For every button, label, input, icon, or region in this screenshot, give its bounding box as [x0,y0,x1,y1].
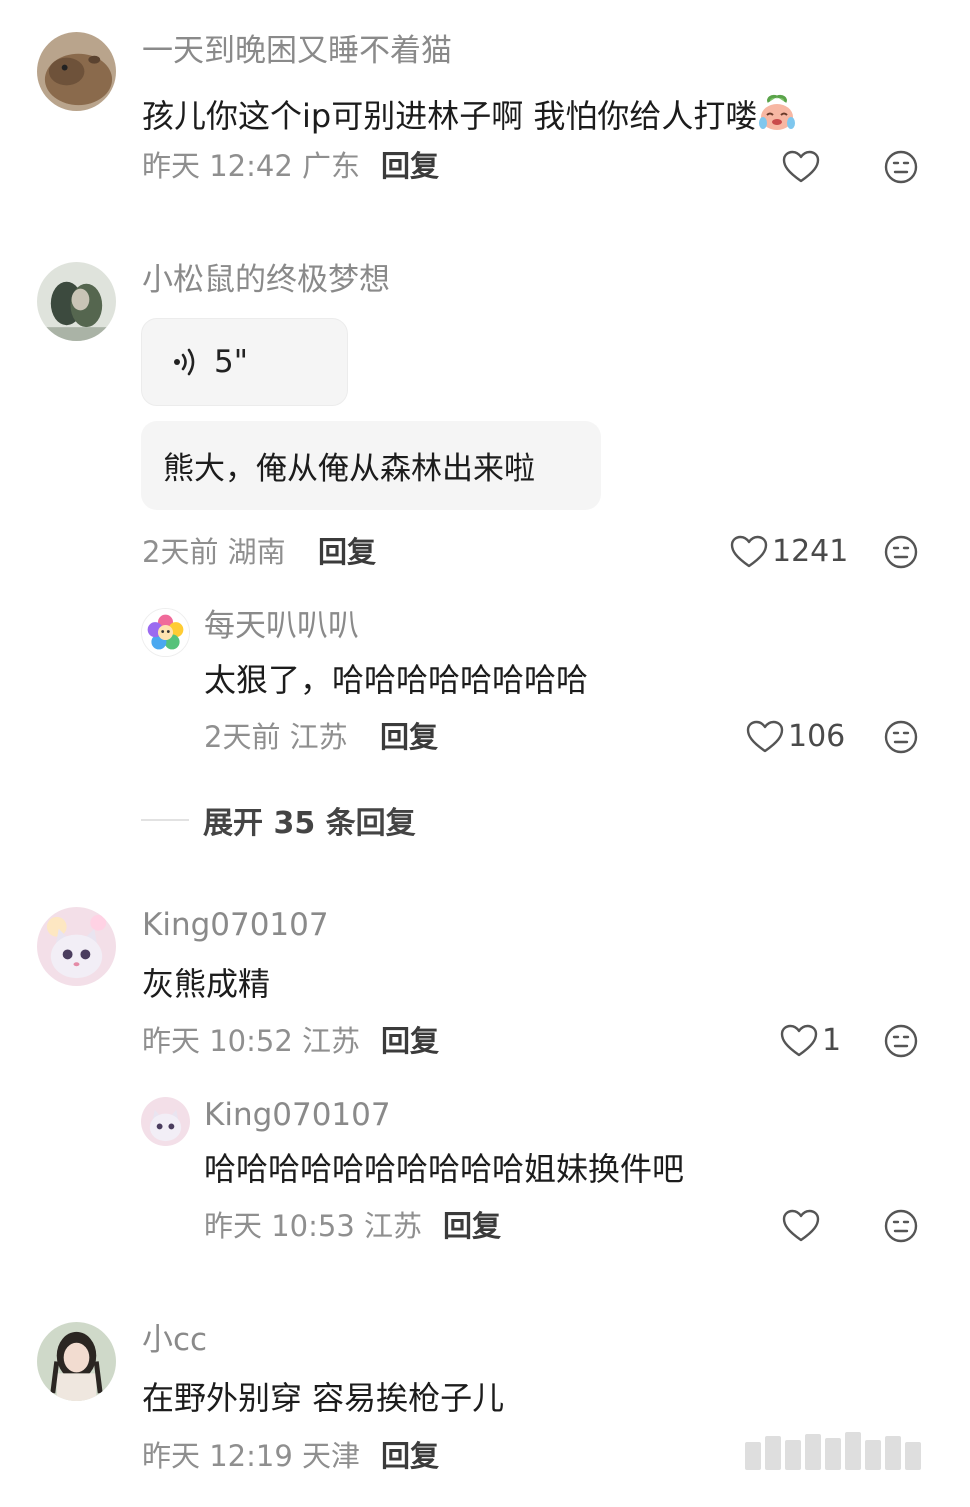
like-button[interactable]: 1241 [730,535,848,569]
reply-button[interactable]: 回复 [381,1027,439,1056]
avatar-capybara[interactable] [37,32,116,111]
dislike-button[interactable] [884,150,918,184]
commenter-name[interactable]: 小cc [142,1325,207,1356]
crying-laughing-peach-emoji [759,95,796,130]
like-button[interactable]: 106 [746,720,845,754]
comment-time-location: 昨天 10:52 江苏 [142,1024,361,1058]
reply-time-location: 昨天 10:53 江苏 [204,1209,423,1243]
like-count: 106 [788,719,846,754]
comment-time-location: 昨天 12:19 天津 [142,1439,361,1473]
reply-button[interactable]: 回复 [381,1442,439,1471]
reply-author-name[interactable]: 每天叭叭叭 [204,611,359,642]
like-button[interactable]: 1 [780,1024,841,1058]
reply-button[interactable]: 回复 [443,1212,501,1241]
comment-text: 在野外别穿 容易挨枪子儿 [142,1379,505,1417]
reply-button[interactable]: 回复 [380,723,438,752]
reply-button[interactable]: 回复 [381,152,439,181]
reply-author-name[interactable]: King070107 [204,1100,391,1131]
avatar-cat[interactable] [37,907,116,986]
dislike-button[interactable] [884,535,918,569]
neutral-face-icon [884,150,918,184]
dislike-button[interactable] [884,1024,918,1058]
reply-text: 太狠了，哈哈哈哈哈哈哈哈 [204,661,589,699]
expand-replies-label: 展开 35 条回复 [203,806,416,841]
expand-divider [141,819,189,821]
dislike-button[interactable] [884,1209,918,1243]
comment-time-location: 昨天 12:42 广东 [142,149,361,183]
commenter-name[interactable]: 小松鼠的终极梦想 [142,265,390,296]
voice-transcript: 熊大，俺从俺从森林出来啦 [141,421,601,510]
comment-text: 孩儿你这个ip可别进林子啊 我怕你给人打喽 [142,93,797,133]
like-button[interactable] [782,150,824,184]
commenter-name[interactable]: 一天到晚困又睡不着猫 [142,36,452,67]
avatar-cat-small[interactable] [141,1097,190,1146]
voice-duration: 5" [214,344,248,380]
commenter-name[interactable]: King070107 [142,910,329,941]
neutral-face-icon [884,1209,918,1243]
like-button[interactable] [782,1209,824,1243]
heart-outline-icon [782,1209,820,1242]
avatar-couple-photo[interactable] [37,262,116,341]
reply-time-location: 2天前 江苏 [204,720,348,754]
heart-outline-icon [780,1024,818,1057]
comment-text: 灰熊成精 [142,965,271,1003]
comment-time-location: 2天前 湖南 [142,535,286,569]
neutral-face-icon [884,720,918,754]
watermark-logo [745,1432,921,1470]
voice-message[interactable]: 5" [141,318,348,406]
heart-outline-icon [782,150,820,183]
like-count: 1241 [772,534,849,569]
reply-text: 哈哈哈哈哈哈哈哈哈哈姐妹换件吧 [204,1150,685,1188]
dislike-button[interactable] [884,720,918,754]
avatar-girl-portrait[interactable] [37,1322,116,1401]
like-count: 1 [822,1023,842,1058]
avatar-flower[interactable] [141,608,190,657]
heart-outline-icon [746,720,784,753]
heart-outline-icon [730,535,768,568]
voice-transcript-text: 熊大，俺从俺从森林出来啦 [163,451,535,487]
reply-button[interactable]: 回复 [318,538,376,567]
expand-replies-button[interactable]: 展开 35 条回复 [141,798,416,842]
neutral-face-icon [884,1024,918,1058]
sound-wave-icon [174,348,195,376]
neutral-face-icon [884,535,918,569]
